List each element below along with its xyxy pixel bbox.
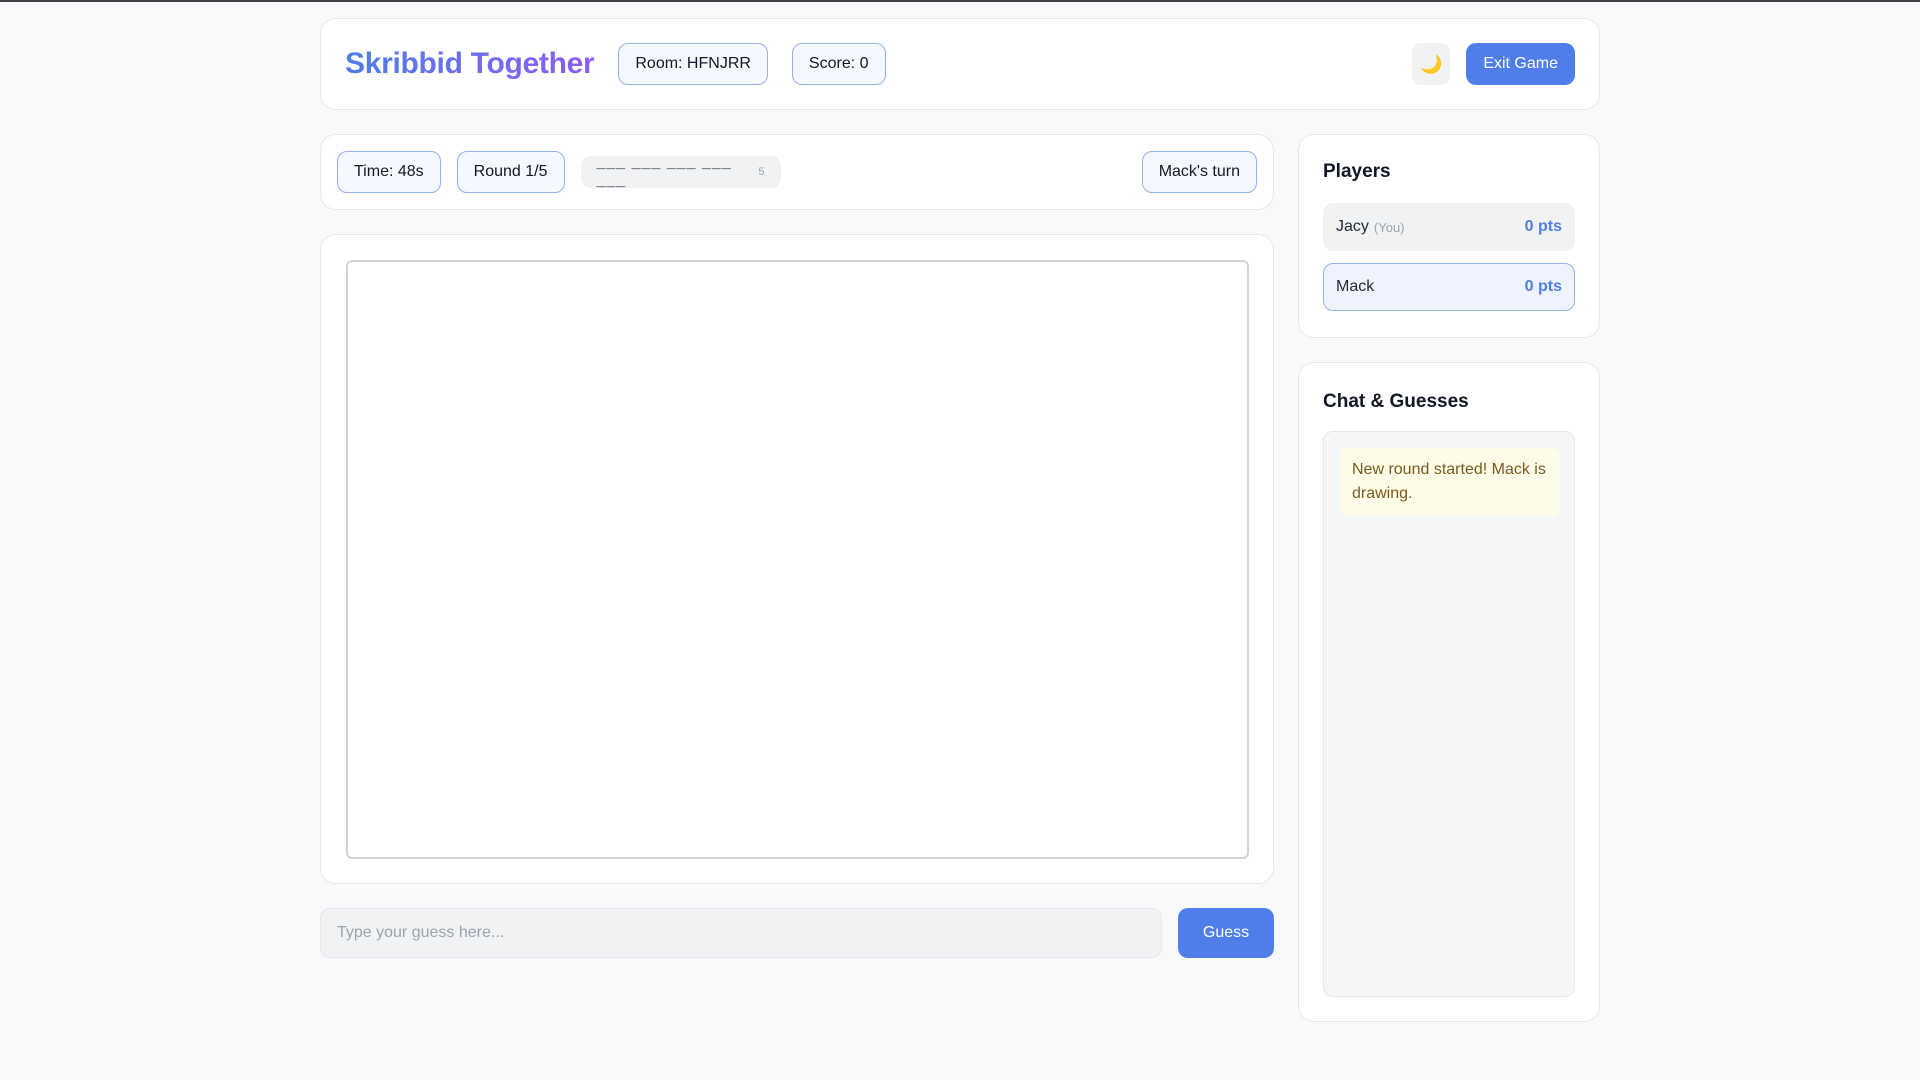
word-length: 5	[758, 166, 765, 178]
app-title: Skribbid Together	[345, 47, 595, 80]
game-status-bar: Time: 48s Round 1/5 ___ ___ ___ ___ ___ …	[320, 134, 1274, 210]
current-turn-badge: Mack's turn	[1141, 151, 1257, 193]
guess-input[interactable]	[320, 908, 1162, 958]
word-hint: ___ ___ ___ ___ ___ 5	[580, 154, 781, 189]
moon-icon: 🌙	[1420, 53, 1443, 74]
player-points: 0 pts	[1524, 278, 1562, 295]
system-message: New round started! Mack is drawing.	[1340, 448, 1560, 516]
round-badge: Round 1/5	[456, 151, 565, 193]
player-row: Jacy (You) 0 pts	[1323, 203, 1575, 251]
guess-form: Guess	[320, 908, 1274, 958]
timer-badge: Time: 48s	[337, 151, 441, 193]
player-you-tag: (You)	[1373, 219, 1405, 235]
player-points: 0 pts	[1524, 218, 1562, 235]
players-heading: Players	[1323, 161, 1391, 182]
exit-game-button[interactable]: Exit Game	[1466, 43, 1575, 85]
chat-messages[interactable]: New round started! Mack is drawing.	[1323, 431, 1575, 997]
player-row-drawing: Mack 0 pts	[1323, 263, 1575, 311]
players-panel: Players Jacy (You) 0 pts Mack 0 pts	[1298, 134, 1600, 338]
app-header: Skribbid Together Room: HFNJRR Score: 0 …	[320, 18, 1600, 110]
score-badge: Score: 0	[791, 43, 886, 85]
theme-toggle-button[interactable]: 🌙	[1412, 43, 1451, 85]
word-blanks: ___ ___ ___ ___ ___	[596, 154, 732, 189]
chat-heading: Chat & Guesses	[1323, 391, 1469, 412]
player-name: Jacy	[1336, 218, 1369, 235]
guess-button[interactable]: Guess	[1178, 908, 1274, 958]
chat-panel: Chat & Guesses New round started! Mack i…	[1298, 362, 1600, 1022]
drawing-canvas[interactable]	[346, 260, 1249, 859]
player-name: Mack	[1336, 278, 1375, 295]
window-top-border	[0, 0, 1920, 2]
drawing-card	[320, 234, 1274, 884]
room-code-badge: Room: HFNJRR	[618, 43, 768, 85]
